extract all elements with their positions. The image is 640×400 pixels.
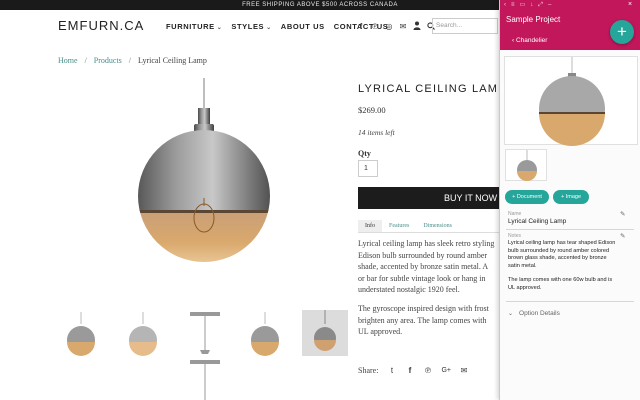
- project-title: Sample Project: [506, 15, 561, 24]
- facebook-icon[interactable]: f: [405, 366, 414, 375]
- mail-icon[interactable]: ✉: [459, 366, 468, 375]
- product-thumbnail[interactable]: [182, 356, 228, 400]
- product-thumbnail-active[interactable]: [302, 310, 348, 356]
- add-image-button[interactable]: + Image: [553, 190, 589, 204]
- description-line: UL approved.: [358, 327, 403, 337]
- description-line: brighten any area. The lamp comes with: [358, 315, 487, 325]
- quantity-input[interactable]: 1: [358, 160, 378, 177]
- product-thumbnail[interactable]: [242, 312, 288, 358]
- option-details-label: Option Details: [519, 310, 560, 317]
- back-to-category[interactable]: ‹ Chandelier: [512, 37, 547, 44]
- facebook-icon[interactable]: f: [357, 22, 365, 32]
- pinterest-icon[interactable]: ℗: [423, 366, 432, 375]
- list-icon[interactable]: ≡: [511, 2, 515, 9]
- stock-status: 14 items left: [358, 128, 395, 137]
- minimize-icon[interactable]: –: [548, 2, 551, 9]
- divider: [506, 229, 634, 230]
- search-input[interactable]: Search...: [432, 18, 498, 34]
- product-main-image[interactable]: [120, 78, 304, 292]
- breadcrumb-separator: /: [128, 56, 132, 65]
- buy-now-button[interactable]: BUY IT NOW: [358, 187, 500, 209]
- panel-header: ‹ ≡ ▭ ↓ ⤢ – × Sample Project ‹ Chandelie…: [500, 0, 640, 50]
- notes-line: brown glass shade, accented by bronze: [508, 255, 607, 262]
- notes-line: UL approved.: [508, 284, 542, 291]
- project-side-panel: ‹ ≡ ▭ ↓ ⤢ – × Sample Project ‹ Chandelie…: [499, 0, 640, 400]
- nav-styles-label: STYLES: [231, 22, 265, 31]
- notes-line: satin metal.: [508, 262, 537, 269]
- site-logo[interactable]: EMFURN.CA: [58, 18, 144, 33]
- description-line: or bar for subtle vintage look or hang i…: [358, 273, 486, 283]
- description-line: shade, accented by bronze satin metal. A: [358, 262, 489, 272]
- mail-icon[interactable]: ✉: [399, 22, 407, 32]
- google-plus-icon[interactable]: G+: [441, 367, 451, 374]
- product-thumbnail[interactable]: [120, 312, 166, 358]
- back-arrow-icon[interactable]: ‹: [504, 2, 506, 9]
- option-details-toggle[interactable]: ⌄ Option Details: [508, 310, 560, 317]
- breadcrumb-current: Lyrical Ceiling Lamp: [138, 56, 207, 65]
- add-item-button[interactable]: +: [610, 20, 634, 44]
- description-line: The gyroscope inspired design with frost: [358, 303, 489, 313]
- nav-styles[interactable]: STYLES ⌄: [231, 22, 271, 31]
- pinterest-icon[interactable]: ℗: [371, 22, 379, 32]
- category-label: Chandelier: [515, 37, 548, 44]
- main-nav: FURNITURE ⌄ STYLES ⌄ ABOUT US CONTACT US: [166, 22, 388, 31]
- divider: [506, 301, 634, 302]
- product-price: $269.00: [358, 105, 386, 115]
- share-bar: Share: t f ℗ G+ ✉: [358, 366, 468, 375]
- name-field[interactable]: Lyrical Ceiling Lamp: [508, 218, 566, 225]
- panel-product-image[interactable]: [504, 56, 638, 146]
- notes-field[interactable]: Lyrical ceiling lamp has tear shaped Edi…: [508, 240, 634, 293]
- tab-info[interactable]: Info: [358, 220, 382, 232]
- product-thumbnail[interactable]: [182, 310, 228, 356]
- panel-image-thumbnail[interactable]: [505, 149, 547, 181]
- share-label: Share:: [358, 366, 379, 375]
- chat-icon[interactable]: ▭: [520, 2, 526, 9]
- nav-furniture-label: FURNITURE: [166, 22, 215, 31]
- breadcrumb-separator: /: [84, 56, 87, 65]
- notes-line: bulb surrounded by round amber colored: [508, 247, 610, 254]
- breadcrumb-home[interactable]: Home: [58, 56, 78, 65]
- notes-line: Lyrical ceiling lamp has tear shaped Edi…: [508, 240, 616, 246]
- breadcrumb-products[interactable]: Products: [94, 56, 122, 65]
- notes-label: Notes: [508, 233, 522, 239]
- notes-line: The lamp comes with one 60w bulb and is: [508, 277, 613, 284]
- breadcrumb: Home / Products / Lyrical Ceiling Lamp: [58, 56, 207, 65]
- expand-icon[interactable]: ⤢: [538, 2, 543, 9]
- panel-toolbar: ‹ ≡ ▭ ↓ ⤢ –: [504, 2, 551, 9]
- twitter-icon[interactable]: t: [387, 366, 396, 375]
- chevron-down-icon: ⌄: [216, 25, 223, 31]
- nav-furniture[interactable]: FURNITURE ⌄: [166, 22, 222, 31]
- nav-about[interactable]: ABOUT US: [281, 22, 325, 31]
- tab-features[interactable]: Features: [382, 220, 416, 232]
- edit-icon[interactable]: ✎: [620, 232, 625, 240]
- add-document-button[interactable]: + Document: [505, 190, 549, 204]
- product-description: Lyrical ceiling lamp has sleek retro sty…: [358, 238, 500, 353]
- download-icon[interactable]: ↓: [530, 2, 533, 9]
- social-links: f ℗ ◎ ✉: [357, 21, 435, 33]
- edit-icon[interactable]: ✎: [620, 210, 625, 218]
- description-line: Edison bulb surrounded by round amber: [358, 250, 488, 260]
- product-title: LYRICAL CEILING LAMP: [358, 83, 507, 95]
- name-label: Name: [508, 211, 522, 217]
- product-tabs: Info Features Dimensions: [358, 220, 500, 233]
- qty-label: Qty: [358, 149, 371, 158]
- close-icon[interactable]: ×: [628, 1, 632, 8]
- description-line: Lyrical ceiling lamp has sleek retro sty…: [358, 239, 495, 248]
- product-thumbnail[interactable]: [58, 312, 104, 358]
- account-icon[interactable]: [413, 21, 421, 33]
- tab-dimensions[interactable]: Dimensions: [416, 220, 459, 232]
- description-line: understated nostalgic 1920 feel.: [358, 285, 460, 295]
- chevron-down-icon: ⌄: [266, 25, 272, 31]
- chevron-down-icon: ⌄: [508, 311, 514, 317]
- instagram-icon[interactable]: ◎: [385, 22, 393, 32]
